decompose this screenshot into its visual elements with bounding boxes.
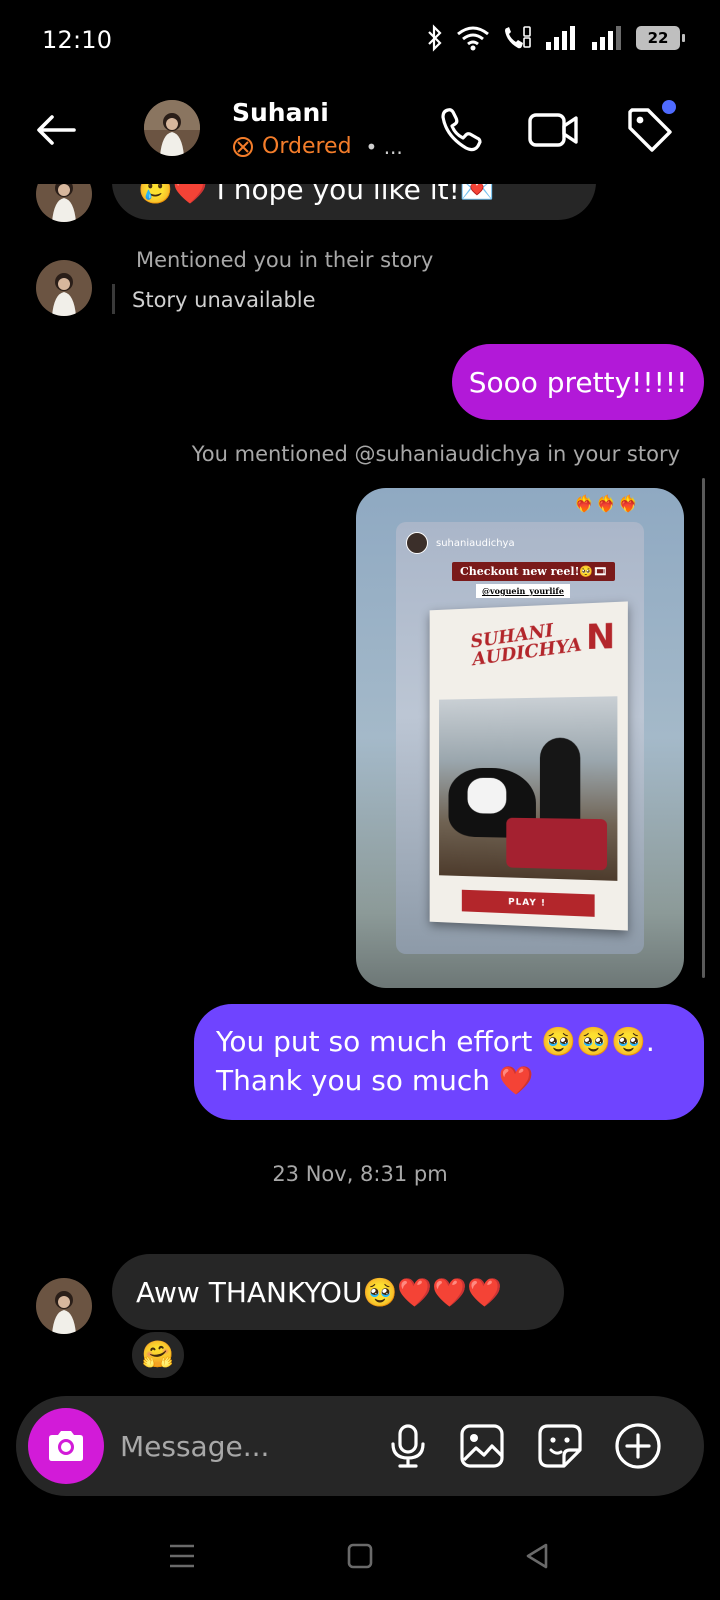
contact-name[interactable]: Suhani xyxy=(232,98,329,127)
story-user: suhaniaudichya xyxy=(406,532,515,554)
notification-dot xyxy=(662,100,676,114)
gallery-icon[interactable] xyxy=(456,1420,508,1472)
wifi-icon xyxy=(456,25,490,51)
video-camera-icon[interactable] xyxy=(526,102,582,158)
phone-icon[interactable] xyxy=(434,102,490,158)
status-icons: 22 xyxy=(426,24,680,52)
home-icon[interactable] xyxy=(340,1536,380,1576)
story-reply-line xyxy=(112,284,115,314)
poster-scene xyxy=(439,696,617,881)
sender-avatar[interactable] xyxy=(36,1278,92,1334)
message-bubble-incoming[interactable]: Aww THANKYOU🥹❤️❤️❤️ xyxy=(112,1254,564,1330)
handle-tag: @voguein_yourlife xyxy=(476,584,570,598)
poster-play-bar: PLAY ! xyxy=(462,890,595,917)
story-share-card[interactable]: ❤️‍🔥❤️‍🔥❤️‍🔥 suhaniaudichya Checkout new… xyxy=(356,488,684,988)
ordered-icon xyxy=(232,136,254,158)
avatar-image xyxy=(36,260,92,316)
sender-avatar[interactable] xyxy=(36,184,92,222)
status-more: • ... xyxy=(366,135,403,159)
message-bubble-outgoing[interactable]: You put so much effort 🥹🥹🥹. Thank you so… xyxy=(194,1004,704,1120)
menu-icon[interactable] xyxy=(162,1536,202,1576)
story-preview: suhaniaudichya Checkout new reel!🥺🎞 @vog… xyxy=(396,522,644,954)
message-input[interactable] xyxy=(120,1420,360,1472)
message-text: Aww THANKYOU🥹❤️❤️❤️ xyxy=(136,1276,502,1309)
story-mention-label: Mentioned you in their story xyxy=(136,248,433,272)
message-text-line2: Thank you so much ❤️ xyxy=(216,1061,682,1100)
plus-circle-icon[interactable] xyxy=(612,1420,664,1472)
rider-shape xyxy=(540,738,580,829)
system-nav-bar xyxy=(0,1500,720,1600)
message-text: Sooo pretty!!!!! xyxy=(469,366,688,399)
message-list[interactable]: 🥲❤️ I hope you like it!💌 Mentioned you i… xyxy=(0,184,720,1400)
poster-title: SUHANI AUDICHYA xyxy=(470,618,583,669)
back-nav-icon[interactable] xyxy=(518,1536,558,1576)
story-username: suhaniaudichya xyxy=(436,538,515,549)
avatar-image xyxy=(36,1278,92,1334)
microphone-icon[interactable] xyxy=(382,1420,434,1472)
message-text: 🥲❤️ I hope you like it!💌 xyxy=(138,184,495,206)
reaction-emoji: 🤗 xyxy=(142,1340,174,1370)
ordered-label: Ordered xyxy=(262,134,352,159)
poster-image: SUHANI AUDICHYA N PLAY ! xyxy=(430,601,628,930)
timestamp: 23 Nov, 8:31 pm xyxy=(0,1162,720,1186)
reel-tag: Checkout new reel!🥺🎞 xyxy=(452,562,615,581)
message-text-line1: You put so much effort 🥹🥹🥹. xyxy=(216,1022,682,1061)
avatar-image xyxy=(36,184,92,222)
signal-strength-icon-1 xyxy=(544,25,578,51)
poster-letter: N xyxy=(586,616,615,658)
signal-strength-icon-2 xyxy=(590,25,624,51)
message-bubble-incoming[interactable]: 🥲❤️ I hope you like it!💌 xyxy=(112,184,596,220)
tag-button[interactable] xyxy=(622,102,678,158)
story-hearts: ❤️‍🔥❤️‍🔥❤️‍🔥 xyxy=(574,494,640,513)
sticker-icon[interactable] xyxy=(534,1420,586,1472)
camera-icon xyxy=(45,1428,87,1464)
story-unavailable-text: Story unavailable xyxy=(132,288,316,312)
volte-call-icon xyxy=(502,24,532,52)
story-user-avatar xyxy=(406,532,428,554)
message-bubble-outgoing[interactable]: Sooo pretty!!!!! xyxy=(452,344,704,420)
chat-header: Suhani Ordered • ... xyxy=(0,80,720,184)
avatar-image xyxy=(144,100,200,156)
bluetooth-icon xyxy=(426,24,444,52)
message-composer xyxy=(16,1396,704,1496)
status-time: 12:10 xyxy=(42,26,112,54)
saddle-cloth xyxy=(506,818,607,871)
sender-avatar[interactable] xyxy=(36,260,92,316)
back-arrow-icon[interactable] xyxy=(30,104,82,156)
horse-patch xyxy=(468,778,507,814)
camera-button[interactable] xyxy=(28,1408,104,1484)
battery-indicator: 22 xyxy=(636,26,680,50)
contact-status[interactable]: Ordered • ... xyxy=(232,134,403,159)
status-bar: 12:10 22 xyxy=(0,0,720,80)
scrollbar[interactable] xyxy=(702,478,705,978)
contact-avatar[interactable] xyxy=(144,100,200,156)
story-mention-out-label: You mentioned @suhaniaudichya in your st… xyxy=(192,442,680,466)
message-reaction[interactable]: 🤗 xyxy=(130,1330,186,1380)
